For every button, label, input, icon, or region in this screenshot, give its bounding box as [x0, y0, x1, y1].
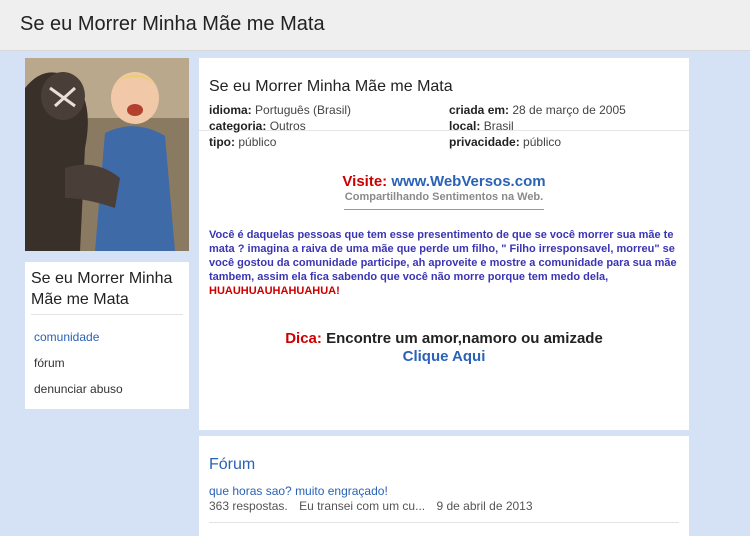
sidebar-item-denunciar-abuso[interactable]: denunciar abuso: [31, 379, 183, 405]
info-tipo: tipo: público: [209, 134, 449, 150]
forum-divider: [209, 522, 679, 523]
community-main-card: Se eu Morrer Minha Mãe me Mata idioma: P…: [199, 58, 689, 430]
description-laugh: HUAUHUAUHAHUAHUA!: [209, 285, 340, 297]
forum-date: 9 de abril de 2013: [436, 499, 533, 513]
community-header: Se eu Morrer Minha Mãe me Mata idioma: P…: [199, 58, 689, 149]
info-categoria: categoria: Outros: [209, 118, 449, 134]
info-privacidade: privacidade: público: [449, 134, 689, 150]
visite-label: Visite:: [342, 173, 388, 190]
left-column: Se eu Morrer Minha Mãe me Mata comunidad…: [25, 58, 189, 409]
visite-link[interactable]: www.WebVersos.com: [391, 173, 545, 190]
clique-aqui-link[interactable]: Clique Aqui: [199, 348, 689, 366]
divider: [344, 209, 544, 210]
sidebar-nav: comunidade fórum denunciar abuso: [31, 327, 183, 405]
share-text: Compartilhando Sentimentos na Web.: [344, 191, 544, 203]
info-privacidade-label: privacidade:: [449, 135, 520, 149]
info-criada-label: criada em:: [449, 103, 510, 117]
info-local: local: Brasil: [449, 118, 689, 134]
info-tipo-label: tipo:: [209, 135, 235, 149]
visite-line: Visite: www.WebVersos.com: [199, 173, 689, 190]
community-card: Se eu Morrer Minha Mãe me Mata comunidad…: [25, 262, 189, 409]
forum-topic-meta: 363 respostas. Eu transei com um cu... 9…: [209, 499, 541, 513]
community-photo: [25, 58, 189, 251]
community-title: Se eu Morrer Minha Mãe me Mata: [209, 78, 453, 95]
info-idioma: idioma: Português (Brasil): [209, 102, 449, 118]
info-categoria-label: categoria:: [209, 119, 267, 133]
community-description-area: Visite: www.WebVersos.com Compartilhando…: [199, 131, 689, 366]
forum-last-post: Eu transei com um cu...: [299, 499, 426, 513]
dica-text: Encontre um amor,namoro ou amizade: [326, 330, 603, 347]
info-privacidade-value: público: [523, 135, 562, 149]
forum-title[interactable]: Fórum: [209, 456, 255, 474]
forum-card: Fórum que horas sao? muito engraçado! 36…: [199, 436, 689, 536]
top-bar: Se eu Morrer Minha Mãe me Mata: [0, 0, 750, 51]
sidebar-item-comunidade[interactable]: comunidade: [31, 327, 183, 353]
info-tipo-value: público: [238, 135, 277, 149]
info-categoria-value: Outros: [269, 119, 306, 133]
info-idioma-value: Português (Brasil): [255, 103, 352, 117]
community-name: Se eu Morrer Minha Mãe me Mata: [31, 268, 183, 315]
info-criada: criada em: 28 de março de 2005: [449, 102, 689, 118]
dica-label: Dica:: [285, 330, 322, 347]
forum-replies: 363 respostas.: [209, 499, 288, 513]
dica-block: Dica: Encontre um amor,namoro ou amizade…: [199, 330, 689, 366]
info-idioma-label: idioma:: [209, 103, 252, 117]
description-text: Você é daquelas pessoas que tem esse pre…: [209, 229, 677, 283]
community-description: Você é daquelas pessoas que tem esse pre…: [209, 228, 689, 298]
community-info-grid: idioma: Português (Brasil) criada em: 28…: [209, 102, 679, 150]
sidebar-item-forum[interactable]: fórum: [31, 353, 183, 379]
info-criada-value: 28 de março de 2005: [512, 103, 626, 117]
info-local-value: Brasil: [483, 119, 514, 133]
info-local-label: local:: [449, 119, 481, 133]
page-title: Se eu Morrer Minha Mãe me Mata: [20, 13, 325, 35]
forum-topic-link[interactable]: que horas sao? muito engraçado!: [209, 484, 388, 498]
